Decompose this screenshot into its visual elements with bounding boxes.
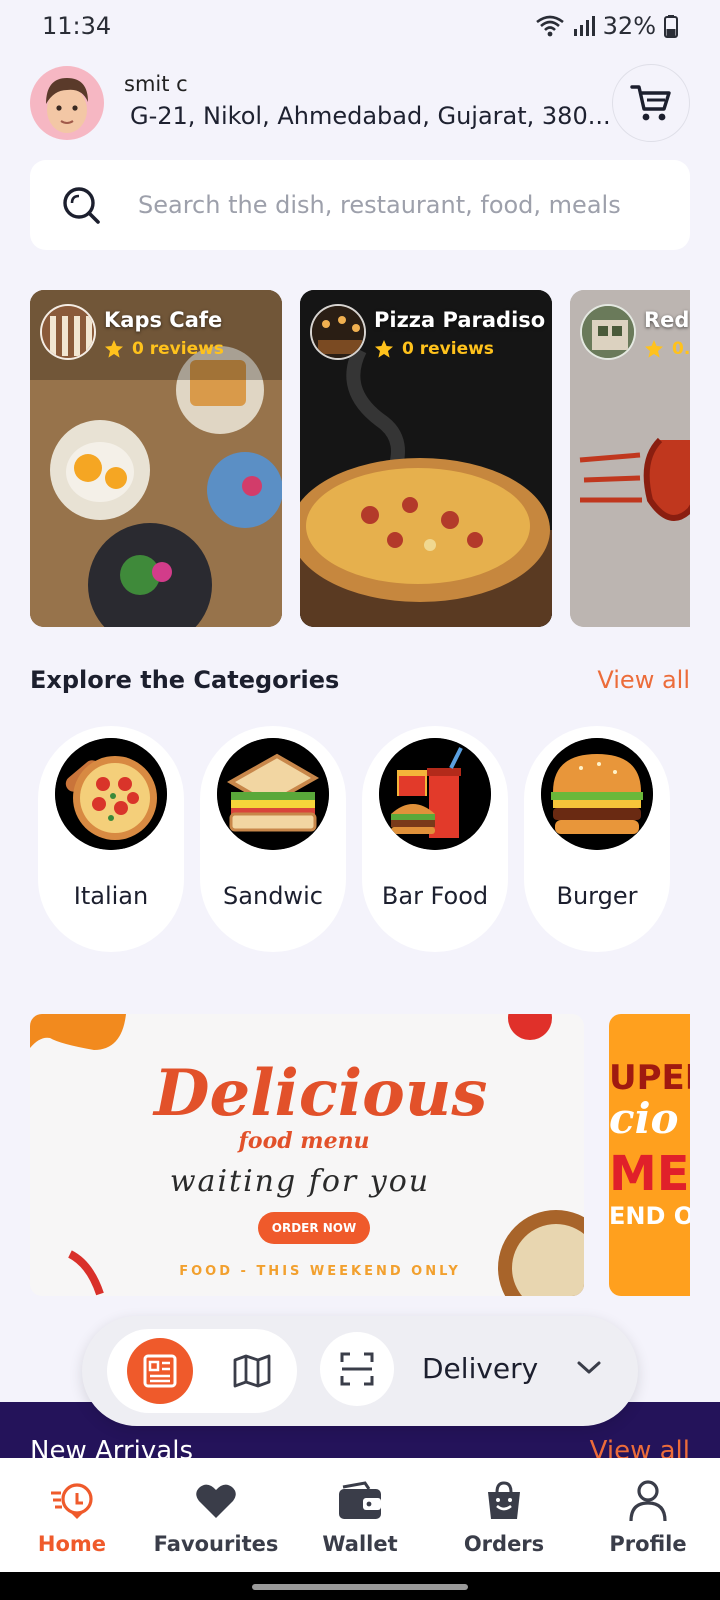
avatar-face-icon xyxy=(46,78,88,133)
system-gesture-area xyxy=(0,1572,720,1600)
restaurant-rating: 0... xyxy=(644,339,690,359)
battery-percent: 32% xyxy=(602,12,656,40)
star-icon xyxy=(645,340,663,358)
status-bar: 11:34 32% xyxy=(0,0,720,52)
person-icon xyxy=(625,1478,671,1524)
nav-profile[interactable]: Profile xyxy=(576,1458,720,1572)
restaurant-rating: 0 reviews xyxy=(374,339,494,359)
order-now-button[interactable]: ORDER NOW xyxy=(258,1212,370,1244)
categories-title: Explore the Categories xyxy=(30,666,340,694)
search-icon xyxy=(63,187,100,224)
review-count: 0... xyxy=(672,339,690,359)
promo-tagline: waiting for you xyxy=(169,1164,431,1199)
restaurant-logo xyxy=(310,304,366,360)
restaurant-logo xyxy=(580,304,636,360)
map-view-button[interactable] xyxy=(219,1338,285,1404)
bottom-navigation: Home Favourites Wallet Orders Profile xyxy=(0,1458,720,1572)
header: smit c G-21, Nikol, Ahmedabad, Gujarat, … xyxy=(30,64,690,142)
restaurant-name: Kaps Cafe xyxy=(104,308,223,332)
promo-text-line: END O xyxy=(609,1202,690,1230)
restaurant-card[interactable]: Pizza Paradiso 0 reviews xyxy=(300,290,552,627)
restaurant-name: Red xyxy=(644,308,690,332)
cart-icon xyxy=(630,85,671,121)
restaurant-rating: 0 reviews xyxy=(104,339,224,359)
mode-selector-bar: Delivery xyxy=(82,1316,638,1426)
sandwich-icon xyxy=(217,738,329,850)
restaurant-card[interactable]: Kaps Cafe 0 reviews xyxy=(30,290,282,627)
new-arrivals-title: New Arrivals xyxy=(30,1436,193,1458)
category-label: Italian xyxy=(73,882,149,910)
promo-headline: Delicious xyxy=(154,1056,488,1131)
scan-button[interactable] xyxy=(320,1332,394,1406)
promo-banner-carousel[interactable]: Delicious food menu waiting for you ORDE… xyxy=(30,1014,690,1296)
categories-view-all-link[interactable]: View all xyxy=(597,666,690,694)
wallet-icon xyxy=(337,1478,383,1524)
promo-banner[interactable]: Delicious food menu waiting for you ORDE… xyxy=(30,1014,584,1296)
promo-subhead: food menu xyxy=(238,1128,370,1154)
nav-label: Orders xyxy=(463,1532,545,1556)
promo-banner[interactable]: UPER cio MEN END O xyxy=(609,1014,690,1296)
star-icon xyxy=(105,340,123,358)
star-icon xyxy=(375,340,393,358)
restaurant-logo xyxy=(40,304,96,360)
categories-header: Explore the Categories View all xyxy=(30,666,690,694)
pizza-icon xyxy=(55,738,167,850)
list-view-icon xyxy=(143,1354,177,1388)
promo-text-line: MEN xyxy=(609,1146,690,1202)
status-time: 11:34 xyxy=(42,12,112,40)
restaurant-name: Pizza Paradiso xyxy=(374,308,546,332)
burger-icon xyxy=(541,738,653,850)
user-name: smit c xyxy=(124,72,188,96)
wifi-icon xyxy=(535,15,564,37)
category-list[interactable]: Italian Sandwic Bar Food Burger xyxy=(38,726,690,952)
promo-footer: FOOD - THIS WEEKEND ONLY xyxy=(179,1264,461,1279)
category-label: Bar Food xyxy=(381,882,489,910)
search-bar[interactable] xyxy=(30,160,690,250)
view-toggle xyxy=(107,1329,297,1413)
nav-label: Favourites xyxy=(153,1532,279,1556)
search-input[interactable] xyxy=(138,160,668,250)
category-label: Sandwic xyxy=(223,882,323,910)
chevron-down-icon[interactable] xyxy=(576,1356,602,1378)
home-delivery-icon xyxy=(49,1478,95,1524)
category-burger[interactable]: Burger xyxy=(524,726,670,952)
category-italian[interactable]: Italian xyxy=(38,726,184,952)
nav-orders[interactable]: Orders xyxy=(432,1458,576,1572)
nav-favourites[interactable]: Favourites xyxy=(144,1458,288,1572)
restaurant-card[interactable]: Red 0... xyxy=(570,290,690,627)
signal-icon xyxy=(573,16,595,36)
map-icon xyxy=(233,1354,271,1388)
battery-icon xyxy=(664,15,678,38)
promo-text-line: cio xyxy=(609,1094,679,1143)
category-label: Burger xyxy=(556,882,638,910)
nav-label: Wallet xyxy=(322,1532,398,1556)
list-view-button[interactable] xyxy=(127,1338,193,1404)
new-arrivals-view-all-link[interactable]: View all xyxy=(590,1436,690,1458)
burger-fries-drink-icon xyxy=(379,738,491,850)
review-count: 0 reviews xyxy=(402,339,494,359)
review-count: 0 reviews xyxy=(132,339,224,359)
status-icons: 32% xyxy=(535,12,678,40)
category-bar-food[interactable]: Bar Food xyxy=(362,726,508,952)
nav-home[interactable]: Home xyxy=(0,1458,144,1572)
nav-label: Home xyxy=(37,1532,107,1556)
scan-icon xyxy=(340,1352,374,1386)
restaurant-carousel[interactable]: Kaps Cafe 0 reviews Pizza Paradiso 0 rev… xyxy=(30,290,690,627)
nav-label: Profile xyxy=(609,1532,687,1556)
nav-wallet[interactable]: Wallet xyxy=(288,1458,432,1572)
avatar[interactable] xyxy=(30,66,104,140)
home-gesture-handle[interactable] xyxy=(252,1584,468,1590)
promo-text-line: UPER xyxy=(609,1058,690,1098)
cart-button[interactable] xyxy=(612,64,690,142)
shopping-bag-icon xyxy=(481,1478,527,1524)
category-sandwich[interactable]: Sandwic xyxy=(200,726,346,952)
delivery-address[interactable]: G-21, Nikol, Ahmedabad, Gujarat, 380... xyxy=(130,102,620,130)
delivery-mode-select[interactable]: Delivery xyxy=(422,1352,538,1385)
heart-icon xyxy=(193,1478,239,1524)
